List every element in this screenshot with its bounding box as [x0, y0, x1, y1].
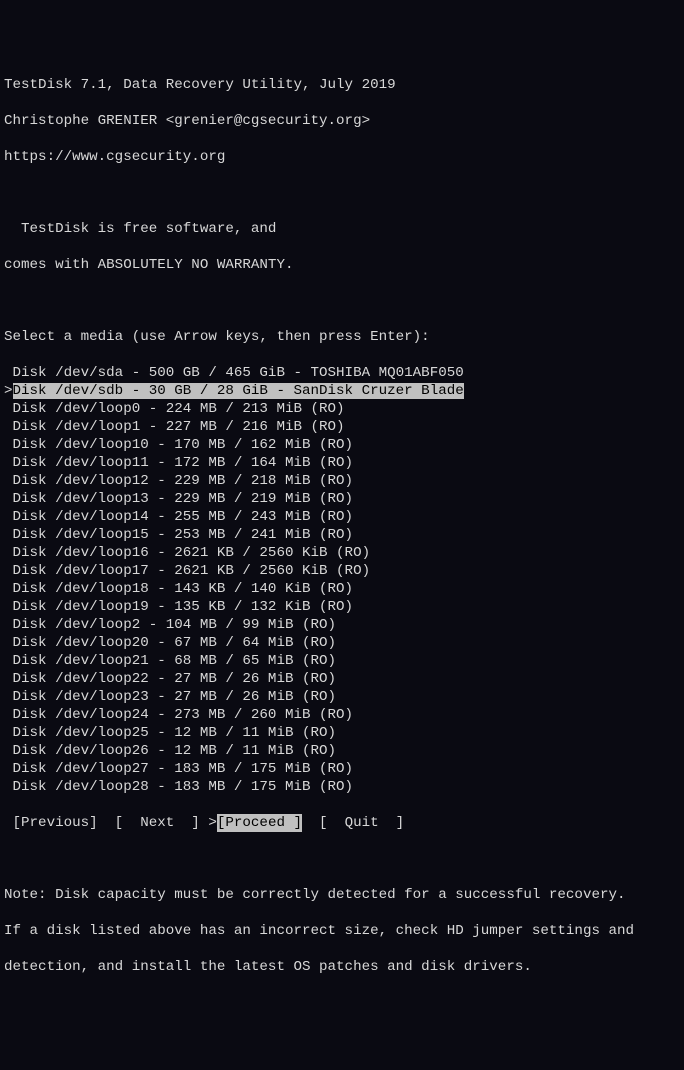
disk-item[interactable]: Disk /dev/loop12 - 229 MB / 218 MiB (RO) — [4, 472, 680, 490]
header-url: https://www.cgsecurity.org — [4, 148, 680, 166]
blank — [4, 184, 680, 202]
disk-item[interactable]: Disk /dev/loop28 - 183 MB / 175 MiB (RO) — [4, 778, 680, 796]
note-line-3: detection, and install the latest OS pat… — [4, 958, 680, 976]
disk-item[interactable]: Disk /dev/loop11 - 172 MB / 164 MiB (RO) — [4, 454, 680, 472]
disk-item[interactable]: Disk /dev/loop19 - 135 KB / 132 KiB (RO) — [4, 598, 680, 616]
previous-button[interactable]: [Previous] — [4, 814, 106, 832]
disk-item[interactable]: Disk /dev/loop13 - 229 MB / 219 MiB (RO) — [4, 490, 680, 508]
disk-item[interactable]: Disk /dev/loop27 - 183 MB / 175 MiB (RO) — [4, 760, 680, 778]
disk-item[interactable]: Disk /dev/loop10 - 170 MB / 162 MiB (RO) — [4, 436, 680, 454]
disk-item[interactable]: Disk /dev/loop23 - 27 MB / 26 MiB (RO) — [4, 688, 680, 706]
disk-item-selected[interactable]: Disk /dev/sdb - 30 GB / 28 GiB - SanDisk… — [13, 383, 464, 399]
disk-item[interactable]: Disk /dev/loop17 - 2621 KB / 2560 KiB (R… — [4, 562, 680, 580]
disk-item[interactable]: Disk /dev/sda - 500 GB / 465 GiB - TOSHI… — [4, 364, 680, 382]
disk-item[interactable]: Disk /dev/loop2 - 104 MB / 99 MiB (RO) — [4, 616, 680, 634]
blank — [4, 850, 680, 868]
note-line-2: If a disk listed above has an incorrect … — [4, 922, 680, 940]
disk-item[interactable]: Disk /dev/loop25 - 12 MB / 11 MiB (RO) — [4, 724, 680, 742]
disk-item[interactable]: Disk /dev/loop0 - 224 MB / 213 MiB (RO) — [4, 400, 680, 418]
quit-button[interactable]: [ Quit ] — [302, 814, 404, 832]
disk-item[interactable]: Disk /dev/loop18 - 143 KB / 140 KiB (RO) — [4, 580, 680, 598]
disk-item[interactable]: Disk /dev/loop26 - 12 MB / 11 MiB (RO) — [4, 742, 680, 760]
disk-item[interactable]: Disk /dev/loop16 - 2621 KB / 2560 KiB (R… — [4, 544, 680, 562]
note-line-1: Note: Disk capacity must be correctly de… — [4, 886, 680, 904]
next-button[interactable]: [ Next ] — [106, 814, 208, 832]
menu-row: [Previous] [ Next ] > [Proceed ] [ Quit … — [4, 814, 680, 832]
proceed-cursor: > — [208, 814, 217, 832]
disk-list[interactable]: Disk /dev/sda - 500 GB / 465 GiB - TOSHI… — [4, 364, 680, 796]
disk-item[interactable]: Disk /dev/loop21 - 68 MB / 65 MiB (RO) — [4, 652, 680, 670]
disk-item[interactable]: >Disk /dev/sdb - 30 GB / 28 GiB - SanDis… — [4, 382, 680, 400]
select-prompt: Select a media (use Arrow keys, then pre… — [4, 328, 680, 346]
intro-line-2: comes with ABSOLUTELY NO WARRANTY. — [4, 256, 680, 274]
disk-item[interactable]: Disk /dev/loop15 - 253 MB / 241 MiB (RO) — [4, 526, 680, 544]
disk-item[interactable]: Disk /dev/loop20 - 67 MB / 64 MiB (RO) — [4, 634, 680, 652]
header-author: Christophe GRENIER <grenier@cgsecurity.o… — [4, 112, 680, 130]
disk-item[interactable]: Disk /dev/loop24 - 273 MB / 260 MiB (RO) — [4, 706, 680, 724]
intro-line-1: TestDisk is free software, and — [4, 220, 680, 238]
disk-item[interactable]: Disk /dev/loop1 - 227 MB / 216 MiB (RO) — [4, 418, 680, 436]
disk-item[interactable]: Disk /dev/loop22 - 27 MB / 26 MiB (RO) — [4, 670, 680, 688]
blank — [4, 292, 680, 310]
header-version: TestDisk 7.1, Data Recovery Utility, Jul… — [4, 76, 680, 94]
proceed-button[interactable]: [Proceed ] — [217, 814, 302, 832]
disk-item[interactable]: Disk /dev/loop14 - 255 MB / 243 MiB (RO) — [4, 508, 680, 526]
